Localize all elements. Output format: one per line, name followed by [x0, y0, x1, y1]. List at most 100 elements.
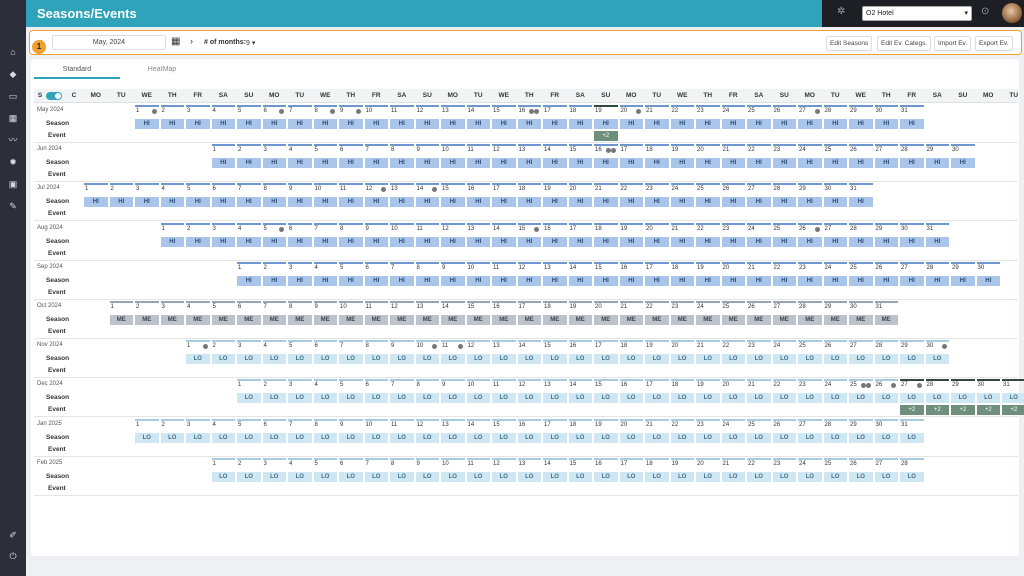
day-number[interactable]: 23: [799, 265, 806, 271]
season-chip[interactable]: HI: [415, 158, 439, 169]
season-chip[interactable]: HI: [721, 197, 745, 208]
season-chip[interactable]: HI: [772, 236, 796, 247]
day-number[interactable]: 25: [825, 147, 832, 153]
wrench-icon[interactable]: ✎: [6, 199, 20, 213]
season-chip[interactable]: LO: [874, 471, 898, 482]
season-chip[interactable]: HI: [313, 158, 337, 169]
day-number[interactable]: 25: [799, 343, 806, 349]
day-number[interactable]: 15: [442, 186, 449, 192]
day-number[interactable]: 5: [315, 147, 318, 153]
season-chip[interactable]: HI: [390, 236, 414, 247]
season-chip[interactable]: LO: [262, 471, 286, 482]
diamond-icon[interactable]: ◆: [6, 67, 20, 81]
day-number[interactable]: 1: [111, 304, 114, 310]
calendar-picker-icon[interactable]: ▦: [171, 36, 180, 47]
calendar-icon[interactable]: ▣: [6, 177, 20, 191]
day-number[interactable]: 16: [493, 304, 500, 310]
date-input[interactable]: May, 2024: [52, 35, 166, 50]
day-number[interactable]: 26: [850, 147, 857, 153]
info-icon[interactable]: ⊙: [981, 6, 989, 17]
season-chip[interactable]: LO: [211, 471, 235, 482]
day-number[interactable]: 12: [493, 147, 500, 153]
season-chip[interactable]: LO: [696, 354, 720, 365]
season-chip[interactable]: HI: [466, 275, 490, 286]
day-number[interactable]: 26: [876, 382, 883, 388]
power-icon[interactable]: ⏻: [6, 549, 20, 563]
day-number[interactable]: 6: [213, 186, 216, 192]
day-number[interactable]: 2: [162, 422, 165, 428]
season-chip[interactable]: HI: [288, 158, 312, 169]
import-events-button[interactable]: Import Ev.: [934, 36, 972, 51]
season-chip[interactable]: ME: [313, 315, 337, 325]
day-number[interactable]: 9: [442, 265, 445, 271]
day-number[interactable]: 29: [825, 304, 832, 310]
event-dot[interactable]: [330, 109, 335, 114]
season-chip[interactable]: HI: [568, 158, 592, 169]
season-chip[interactable]: HI: [568, 275, 592, 286]
season-chip[interactable]: HI: [186, 197, 210, 208]
day-number[interactable]: 19: [672, 147, 679, 153]
season-chip[interactable]: HI: [339, 275, 363, 286]
day-number[interactable]: 26: [748, 304, 755, 310]
season-chip[interactable]: LO: [568, 393, 592, 404]
season-chip[interactable]: LO: [262, 354, 286, 365]
day-number[interactable]: 2: [162, 108, 165, 114]
season-chip[interactable]: LO: [925, 393, 949, 404]
day-number[interactable]: 17: [493, 186, 500, 192]
day-number[interactable]: 8: [391, 147, 394, 153]
season-chip[interactable]: HI: [696, 119, 720, 129]
day-number[interactable]: 12: [493, 461, 500, 467]
day-number[interactable]: 6: [366, 265, 369, 271]
day-number[interactable]: 5: [238, 422, 241, 428]
day-number[interactable]: 22: [646, 304, 653, 310]
season-chip[interactable]: LO: [721, 354, 745, 365]
day-number[interactable]: 3: [289, 265, 292, 271]
day-number[interactable]: 18: [544, 304, 551, 310]
season-chip[interactable]: LO: [262, 432, 286, 443]
season-chip[interactable]: HI: [135, 119, 159, 129]
season-chip[interactable]: HI: [466, 158, 490, 169]
season-chip[interactable]: HI: [492, 197, 516, 208]
day-number[interactable]: 4: [315, 382, 318, 388]
season-chip[interactable]: ME: [849, 315, 873, 325]
day-number[interactable]: 4: [238, 226, 241, 232]
season-chip[interactable]: LO: [568, 354, 592, 365]
day-number[interactable]: 28: [901, 461, 908, 467]
season-chip[interactable]: ME: [160, 315, 184, 325]
day-number[interactable]: 7: [315, 226, 318, 232]
event-dot[interactable]: [865, 383, 871, 389]
season-chip[interactable]: HI: [645, 119, 669, 129]
season-chip[interactable]: LO: [798, 393, 822, 404]
day-number[interactable]: 15: [595, 382, 602, 388]
day-number[interactable]: 10: [468, 382, 475, 388]
day-number[interactable]: 30: [876, 108, 883, 114]
day-number[interactable]: 11: [468, 461, 474, 467]
day-number[interactable]: 18: [595, 226, 602, 232]
day-number[interactable]: 19: [646, 343, 653, 349]
day-number[interactable]: 3: [289, 382, 292, 388]
season-chip[interactable]: HI: [823, 275, 847, 286]
season-chip[interactable]: HI: [951, 158, 975, 169]
season-chip[interactable]: LO: [900, 393, 924, 404]
day-number[interactable]: 8: [417, 382, 420, 388]
day-number[interactable]: 1: [187, 343, 190, 349]
day-number[interactable]: 5: [187, 186, 190, 192]
season-chip[interactable]: HI: [288, 275, 312, 286]
day-number[interactable]: 6: [264, 422, 267, 428]
season-chip[interactable]: HI: [772, 119, 796, 129]
day-number[interactable]: 15: [544, 343, 551, 349]
season-chip[interactable]: HI: [874, 119, 898, 129]
day-number[interactable]: 9: [391, 343, 394, 349]
season-chip[interactable]: HI: [900, 275, 924, 286]
day-number[interactable]: 10: [442, 461, 449, 467]
event-dot[interactable]: [279, 226, 284, 232]
day-number[interactable]: 20: [672, 343, 679, 349]
day-number[interactable]: 4: [289, 147, 292, 153]
day-number[interactable]: 2: [187, 226, 190, 232]
day-number[interactable]: 20: [646, 226, 653, 232]
season-chip[interactable]: HI: [823, 119, 847, 129]
day-number[interactable]: 3: [187, 108, 190, 114]
season-chip[interactable]: HI: [772, 275, 796, 286]
season-chip[interactable]: ME: [237, 315, 261, 325]
day-number[interactable]: 13: [519, 461, 526, 467]
